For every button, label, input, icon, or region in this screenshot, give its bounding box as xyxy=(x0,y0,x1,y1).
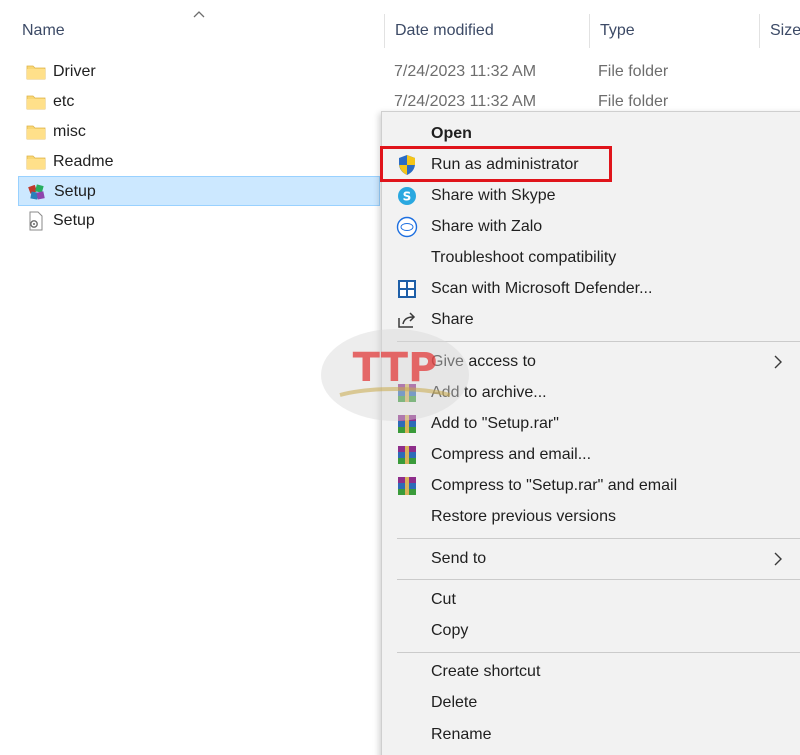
menu-item-rename[interactable]: Rename xyxy=(382,719,800,750)
menu-item-open[interactable]: Open xyxy=(382,118,800,149)
file-row-driver[interactable]: Driver xyxy=(18,57,380,87)
config-file-icon xyxy=(29,211,43,231)
defender-icon xyxy=(398,280,416,298)
winrar-icon xyxy=(398,446,416,464)
menu-item-share[interactable]: Share xyxy=(382,304,800,335)
menu-separator xyxy=(397,579,800,580)
file-date: 7/24/2023 11:32 AM xyxy=(394,63,537,80)
menu-item-scan-with-defender[interactable]: Scan with Microsoft Defender... xyxy=(382,273,800,304)
column-date-modified[interactable]: Date modified xyxy=(384,14,589,48)
menu-item-add-to-archive[interactable]: Add to archive... xyxy=(382,377,800,408)
file-row-readme[interactable]: Readme xyxy=(18,147,380,177)
file-name: etc xyxy=(53,93,75,110)
winrar-icon xyxy=(398,477,416,495)
menu-item-give-access-to[interactable]: Give access to xyxy=(382,346,800,377)
menu-item-add-to-setup-rar[interactable]: Add to "Setup.rar" xyxy=(382,408,800,439)
menu-item-compress-to-setup-rar-and-email[interactable]: Compress to "Setup.rar" and email xyxy=(382,470,800,501)
menu-item-label: Troubleshoot compatibility xyxy=(431,249,617,266)
menu-item-label: Add to "Setup.rar" xyxy=(431,415,559,432)
file-name: misc xyxy=(53,123,86,140)
chevron-right-icon xyxy=(774,552,782,566)
column-header: Name Date modified Type Size xyxy=(0,0,800,56)
file-name: Driver xyxy=(53,63,96,80)
menu-item-compress-and-email[interactable]: Compress and email... xyxy=(382,439,800,470)
menu-item-label: Compress to "Setup.rar" and email xyxy=(431,477,678,494)
file-row-misc[interactable]: misc xyxy=(18,117,380,147)
folder-icon xyxy=(26,125,46,140)
menu-item-label: Delete xyxy=(431,694,478,711)
installer-icon xyxy=(28,184,45,200)
file-row-setup-config[interactable]: Setup xyxy=(18,206,380,236)
menu-separator xyxy=(397,538,800,539)
menu-item-label: Share with Zalo xyxy=(431,218,543,235)
menu-item-label: Cut xyxy=(431,591,456,608)
svg-text:S: S xyxy=(403,190,412,204)
folder-icon xyxy=(26,65,46,80)
menu-item-label: Rename xyxy=(431,726,492,743)
menu-item-create-shortcut[interactable]: Create shortcut xyxy=(382,656,800,687)
highlight-annotation xyxy=(380,146,612,182)
column-type[interactable]: Type xyxy=(589,14,759,48)
menu-item-label: Scan with Microsoft Defender... xyxy=(431,280,653,297)
zalo-icon xyxy=(396,216,418,238)
menu-item-troubleshoot-compatibility[interactable]: Troubleshoot compatibility xyxy=(382,242,800,273)
menu-item-label: Restore previous versions xyxy=(431,508,616,525)
context-menu: Open Run as administrator S Share with S… xyxy=(381,111,800,755)
winrar-icon xyxy=(398,384,416,402)
menu-item-label: Compress and email... xyxy=(431,446,592,463)
menu-item-label: Create shortcut xyxy=(431,663,541,680)
menu-item-cut[interactable]: Cut xyxy=(382,584,800,615)
menu-item-label: Copy xyxy=(431,622,469,639)
file-name: Readme xyxy=(53,153,114,170)
file-name: Setup xyxy=(54,183,96,200)
file-row-etc[interactable]: etc xyxy=(18,87,380,117)
menu-item-label: Share xyxy=(431,311,474,328)
share-icon xyxy=(398,312,416,328)
menu-separator xyxy=(397,341,800,342)
menu-item-send-to[interactable]: Send to xyxy=(382,543,800,574)
file-name: Setup xyxy=(53,212,95,229)
file-row-setup-exe[interactable]: Setup xyxy=(18,176,380,206)
skype-icon: S xyxy=(398,187,416,205)
menu-item-copy[interactable]: Copy xyxy=(382,615,800,646)
menu-item-delete[interactable]: Delete xyxy=(382,687,800,718)
column-size[interactable]: Size xyxy=(759,14,800,48)
chevron-right-icon xyxy=(774,355,782,369)
menu-item-label: Give access to xyxy=(431,353,536,370)
menu-item-share-with-zalo[interactable]: Share with Zalo xyxy=(382,211,800,242)
file-type: File folder xyxy=(598,63,669,80)
folder-icon xyxy=(26,155,46,170)
menu-separator xyxy=(397,652,800,653)
winrar-icon xyxy=(398,415,416,433)
folder-icon xyxy=(26,95,46,110)
menu-item-restore-previous-versions[interactable]: Restore previous versions xyxy=(382,501,800,532)
menu-item-label: Open xyxy=(431,125,472,142)
column-name[interactable]: Name xyxy=(12,14,382,48)
menu-item-label: Share with Skype xyxy=(431,187,556,204)
menu-item-label: Send to xyxy=(431,550,487,567)
menu-item-label: Add to archive... xyxy=(431,384,547,401)
menu-item-share-with-skype[interactable]: S Share with Skype xyxy=(382,180,800,211)
